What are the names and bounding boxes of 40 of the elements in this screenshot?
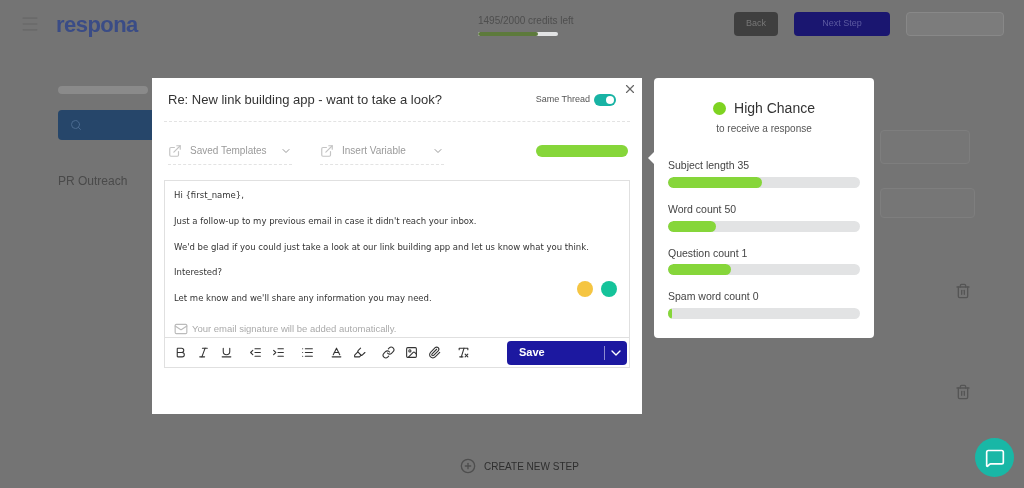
chance-subtitle: to receive a response [715, 122, 813, 136]
body-paragraph: Just a follow-up to my previous email in case it didn't reach your inbox. [174, 214, 478, 228]
metric-label: Spam word count 0 [668, 289, 760, 305]
body-paragraph: Hi {first_name}, [174, 189, 245, 202]
metric-label: Word count 50 [668, 201, 738, 217]
dropdown-field[interactable]: Saved Templates [168, 137, 292, 165]
close-icon[interactable] [623, 82, 637, 96]
external-link-icon [320, 143, 334, 158]
create-step-link[interactable]: CREATE NEW STEP [484, 458, 579, 474]
outdent-icon[interactable] [249, 346, 262, 359]
italic-icon[interactable] [197, 346, 210, 359]
body-paragraph: Interested? [174, 266, 223, 279]
clear-format-icon[interactable] [457, 346, 470, 359]
metric-label: Question count 1 [668, 245, 749, 261]
paperclip-icon[interactable] [428, 346, 441, 359]
chat-icon [984, 447, 1005, 468]
search-icon [70, 119, 82, 131]
save-button[interactable]: Save [507, 340, 627, 365]
next-step-button[interactable]: Next Step [794, 12, 890, 36]
highlight-icon[interactable] [353, 346, 366, 359]
dialog-title: Re: New link building app - want to take a look? [168, 90, 443, 109]
metric-label: Subject length 35 [668, 158, 751, 173]
indent-icon[interactable] [272, 346, 285, 359]
body-paragraph: Let me know and we'll share any information you may need. [174, 292, 433, 305]
signature-note: Your email signature will be added automatically. [192, 321, 397, 336]
logo[interactable]: respona [56, 7, 138, 41]
image-icon[interactable] [405, 346, 418, 359]
bold-icon[interactable] [174, 346, 187, 359]
text-color-icon[interactable] [330, 346, 343, 359]
same-thread-toggle[interactable] [594, 93, 616, 106]
chat-button[interactable] [975, 438, 1014, 477]
body-paragraph: We'd be glad if you could just take a look at our link building app and let us know what you think. [174, 240, 590, 254]
external-link-icon [168, 143, 182, 158]
link-icon[interactable] [382, 346, 395, 359]
chance-title: High Chance [734, 99, 815, 118]
mail-icon [174, 321, 188, 336]
dropdown-field[interactable]: Insert Variable [320, 137, 444, 165]
list-icon[interactable] [301, 346, 314, 359]
underline-icon[interactable] [220, 346, 233, 359]
toggle-label: Same Thread [535, 92, 590, 106]
